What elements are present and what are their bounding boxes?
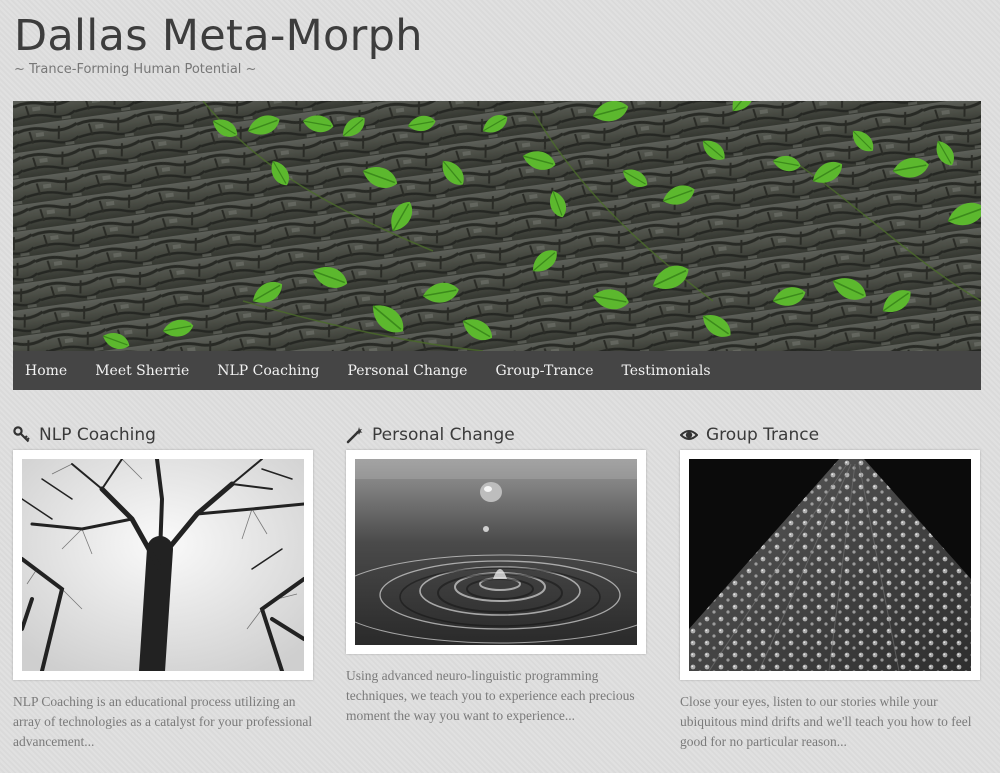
magic-wand-icon [346, 426, 364, 444]
header-banner-image [13, 101, 981, 351]
site-header: Dallas Meta-Morph ~ Trance-Forming Human… [14, 10, 423, 77]
nav-item-nlp-coaching[interactable]: NLP Coaching [217, 363, 319, 379]
nav-item-home[interactable]: Home [25, 363, 67, 379]
feature-group-trance: Group Trance Close your eyes, listen to … [679, 424, 980, 752]
feature-excerpt: NLP Coaching is an educational process u… [13, 694, 313, 749]
nav-item-meet-sherrie[interactable]: Meet Sherrie [95, 363, 189, 379]
feature-image[interactable] [346, 450, 646, 654]
nav-item-group-trance[interactable]: Group-Trance [495, 363, 593, 379]
feature-title[interactable]: NLP Coaching [39, 425, 156, 445]
nav-item-testimonials[interactable]: Testimonials [622, 363, 711, 379]
feature-excerpt: Using advanced neuro-linguistic programm… [346, 668, 635, 723]
nav-item-personal-change[interactable]: Personal Change [347, 363, 467, 379]
feature-image[interactable] [13, 450, 313, 680]
feature-title[interactable]: Personal Change [372, 425, 515, 445]
feature-personal-change: Personal Change Using advanced neuro-lin… [346, 424, 646, 726]
feature-excerpt: Close your eyes, listen to our stories w… [680, 694, 972, 749]
site-title[interactable]: Dallas Meta-Morph [14, 10, 423, 62]
feature-nlp-coaching: NLP Coaching NLP Coaching is an educatio… [13, 424, 313, 752]
feature-title[interactable]: Group Trance [706, 425, 819, 445]
eye-icon [679, 426, 699, 444]
site-tagline: ~ Trance-Forming Human Potential ~ [14, 62, 257, 77]
key-icon [13, 426, 31, 444]
feature-image[interactable] [680, 450, 980, 680]
main-nav: Home Meet Sherrie NLP Coaching Personal … [13, 351, 981, 390]
